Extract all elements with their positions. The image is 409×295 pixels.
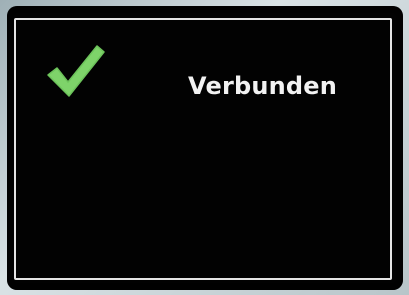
display-screen: Verbunden xyxy=(7,6,403,290)
connection-status-label: Verbunden xyxy=(188,72,338,100)
checkmark-icon xyxy=(47,45,105,97)
device-bezel: Verbunden xyxy=(0,0,409,295)
status-frame: Verbunden xyxy=(14,18,392,280)
